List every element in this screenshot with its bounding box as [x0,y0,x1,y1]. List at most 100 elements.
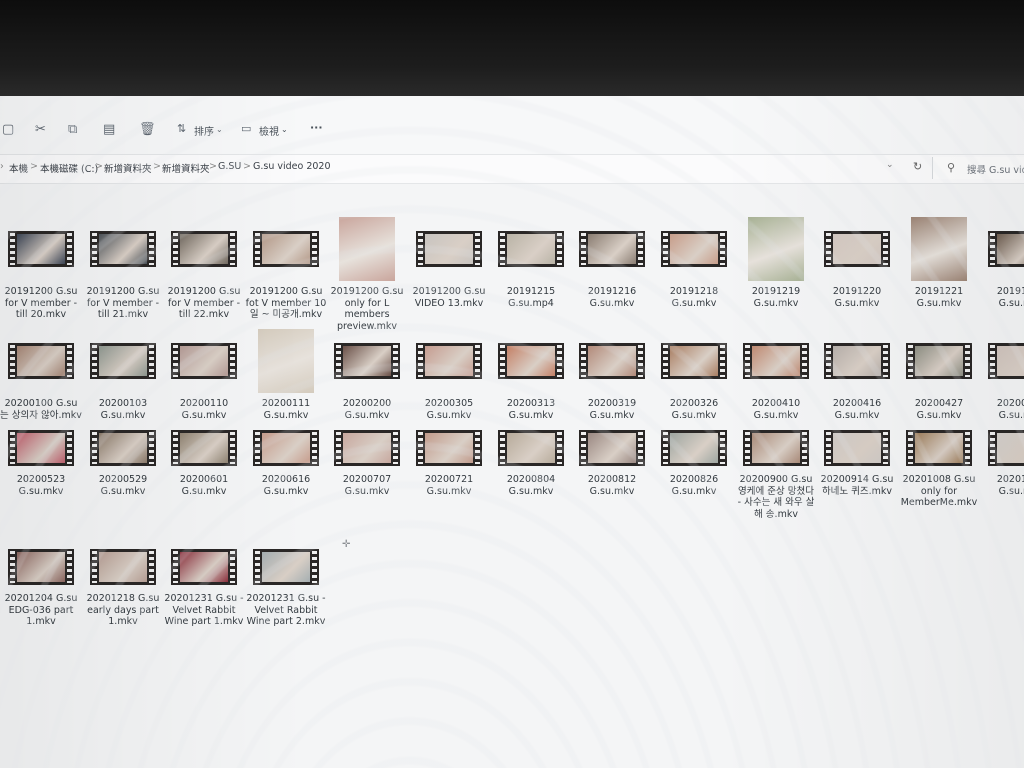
file-thumbnail [571,216,653,282]
file-name-label: 20200812 G.su.mkv [587,474,637,497]
breadcrumb-separator: > [209,161,217,172]
address-bar[interactable]: › 本機 > 本機磁碟 (C:) > 新增資料夾 > 新增資料夾 > G.SU … [0,154,1024,184]
file-thumbnail [326,216,408,282]
file-name-label: 20191200 G.su for V member - till 20.mkv [4,286,78,320]
more-options-button[interactable]: ··· [310,121,323,134]
breadcrumb-gsu[interactable]: G.SU [218,161,241,172]
sort-button[interactable]: 排序 [194,123,214,138]
video-film-strip-icon [579,343,645,379]
file-name-label: 20200111 G.su.mkv [261,398,311,421]
video-frame-preview [507,346,555,376]
image-thumbnail [258,329,314,393]
video-frame-preview [670,433,718,463]
file-thumbnail [898,216,980,282]
file-name-label: 20200430 G.su.mkv [996,398,1024,421]
search-placeholder[interactable]: 搜尋 G.su video [967,162,1024,176]
video-frame-preview [343,433,391,463]
file-thumbnail [653,328,735,394]
breadcrumb-current-folder[interactable]: G.su video 2020 [253,161,331,172]
video-frame-preview [262,552,310,582]
file-thumbnail [82,328,164,394]
file-name-label: 20201218 G.su early days part 1.mkv [86,593,160,627]
video-frame-preview [507,433,555,463]
file-name-label: 20200326 G.su.mkv [669,398,719,421]
delete-icon[interactable]: 🗑 [139,122,156,137]
file-name-label: 20191216 G.su.mkv [587,286,637,309]
breadcrumb-separator: > [243,161,251,172]
file-name-label: 20191218 G.su.mkv [669,286,719,309]
video-frame-preview [997,433,1024,463]
copy-icon[interactable]: ⧉ [68,122,77,137]
file-thumbnail [326,328,408,394]
file-thumbnail [163,328,245,394]
video-frame-preview [180,346,228,376]
video-film-strip-icon [498,430,564,466]
file-thumbnail [82,545,164,589]
new-icon[interactable]: ▢ [2,122,14,137]
file-thumbnail [326,426,408,470]
video-frame-preview [180,433,228,463]
breadcrumb-separator: > [95,161,103,172]
chevron-down-icon[interactable]: ⌄ [886,160,894,170]
video-frame-preview [425,346,473,376]
file-thumbnail [980,328,1024,394]
image-thumbnail [748,217,804,281]
video-film-strip-icon [253,231,319,267]
file-name-label: 20200529 G.su.mkv [98,474,148,497]
cut-icon[interactable]: ✂ [35,122,46,137]
file-name-label: 20191215 G.su.mp4 [506,286,556,309]
file-name-label: 20200601 G.su.mkv [179,474,229,497]
file-name-label: 20191219 G.su.mkv [751,286,801,309]
video-film-strip-icon [8,231,74,267]
video-frame-preview [180,234,228,264]
breadcrumb-new-folder-1[interactable]: 新增資料夾 [104,161,152,175]
file-name-label: 20200616 G.su.mkv [261,474,311,497]
file-name-label: 20201231 G.su - Velvet Rabbit Wine part … [164,593,244,627]
video-frame-preview [588,234,636,264]
video-film-strip-icon [661,430,727,466]
file-thumbnail [735,426,817,470]
video-frame-preview [997,234,1024,264]
video-frame-preview [833,234,881,264]
search-box[interactable]: ⚲ 搜尋 G.su video [932,157,1024,179]
file-name-label: 20200410 G.su.mkv [751,398,801,421]
file-name-label: 20200721 G.su.mkv [424,474,474,497]
refresh-icon[interactable]: ↻ [913,160,922,173]
file-name-label: 20200100 G.su 는 상의자 않아.mkv [0,398,82,421]
video-frame-preview [17,552,65,582]
paste-icon[interactable]: ▤ [103,122,115,137]
video-film-strip-icon [661,231,727,267]
file-name-label: 20200427 G.su.mkv [914,398,964,421]
breadcrumb-this-pc[interactable]: 本機 [9,161,28,175]
breadcrumb-new-folder-2[interactable]: 新增資料夾 [162,161,210,175]
video-film-strip-icon [8,549,74,585]
file-name-label: 20200416 G.su.mkv [832,398,882,421]
file-thumbnail [571,328,653,394]
video-frame-preview [99,346,147,376]
file-name-label: 20200900 G.su 영케에 준상 망쳤다 - 사수는 새 와우 살해 송… [737,474,815,520]
file-name-label: 20200914 G.su 하네노 퀴즈.mkv [820,474,894,497]
video-film-strip-icon [253,430,319,466]
video-frame-preview [670,346,718,376]
file-thumbnail [163,216,245,282]
file-name-label: 20200305 G.su.mkv [424,398,474,421]
file-thumbnail [898,426,980,470]
file-thumbnail [735,216,817,282]
video-film-strip-icon [171,343,237,379]
video-frame-preview [425,234,473,264]
breadcrumb-local-disk[interactable]: 本機磁碟 (C:) [40,161,98,175]
video-film-strip-icon [498,343,564,379]
video-film-strip-icon [824,231,890,267]
video-film-strip-icon [171,231,237,267]
video-frame-preview [262,433,310,463]
video-film-strip-icon [416,231,482,267]
file-thumbnail [408,216,490,282]
file-thumbnail [816,216,898,282]
video-film-strip-icon [416,343,482,379]
file-thumbnail [0,426,82,470]
file-name-label: 20200110 G.su.mkv [179,398,229,421]
view-button[interactable]: 檢視 [259,123,279,138]
file-name-label: 20191200 G.su fot V member 10일 ~ 미공개.mkv [245,286,327,320]
file-name-label: 20191220 G.su.mkv [832,286,882,309]
video-frame-preview [17,346,65,376]
